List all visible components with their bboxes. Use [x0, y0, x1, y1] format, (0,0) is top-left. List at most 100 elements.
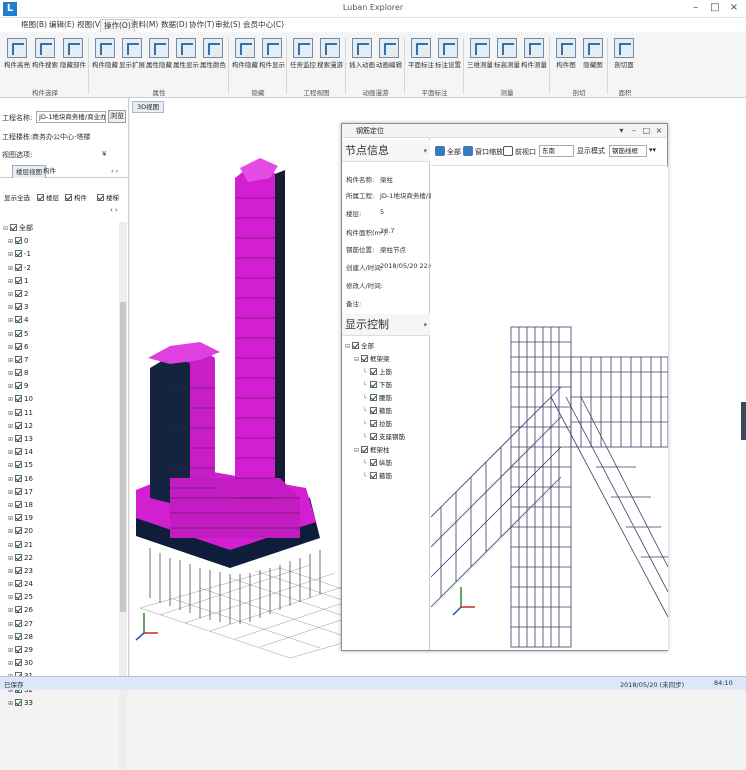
checkbox[interactable] [15, 514, 22, 522]
control-tree-item[interactable]: └ 下筋 [345, 379, 405, 392]
checkbox[interactable] [65, 194, 72, 201]
chevron-down-icon[interactable]: ▾ [423, 140, 427, 162]
checkbox[interactable] [37, 194, 44, 201]
checkbox[interactable] [15, 500, 22, 508]
checkbox[interactable] [15, 646, 22, 653]
ribbon-button[interactable]: 属性隐藏 [144, 36, 174, 82]
checkbox[interactable] [15, 303, 22, 311]
zoom-all-button[interactable]: 全部 [435, 146, 461, 157]
checkbox[interactable] [10, 224, 17, 231]
bind-viewport-button[interactable]: 前视口 [503, 146, 536, 157]
expand-icon[interactable]: ⊞ [8, 248, 14, 261]
checkbox[interactable] [15, 289, 22, 297]
checkbox[interactable] [15, 435, 22, 442]
expand-icon[interactable]: ⊞ [8, 486, 14, 499]
tree-item-floor[interactable]: ⊞ 18 [3, 499, 121, 512]
checkbox[interactable] [15, 580, 22, 588]
browse-button[interactable]: 浏览 [108, 110, 126, 123]
tree-item-floor[interactable]: ⊞ 3 [3, 301, 121, 314]
ribbon-button[interactable]: 任务监控 [288, 36, 318, 82]
tree-item-floor[interactable]: ⊞ 12 [3, 420, 121, 433]
checkbox[interactable] [370, 407, 377, 414]
checkbox[interactable] [15, 395, 22, 403]
tree-item-floor[interactable]: ⊞ 8 [3, 367, 121, 380]
checkbox[interactable] [15, 316, 22, 324]
ribbon-button[interactable]: 构件测量 [519, 36, 549, 82]
expand-icon[interactable]: ⊞ [8, 433, 14, 446]
window-zoom-button[interactable]: 窗口缩放 [463, 146, 503, 157]
tree-item-floor[interactable]: ⊞ 0 [3, 235, 121, 248]
checkbox[interactable] [15, 527, 22, 535]
tree-item-floor[interactable]: ⊞ 29 [3, 644, 121, 657]
scroll-thumb[interactable] [120, 302, 126, 612]
control-tree-item[interactable]: └ 箍筋 [345, 405, 405, 418]
control-tree-item[interactable]: └ 腰筋 [345, 392, 405, 405]
close-icon[interactable]: × [726, 2, 742, 13]
control-tree-item[interactable]: ⊟ 全部 [345, 340, 405, 353]
tree-root[interactable]: ⊟ 全部 [3, 222, 121, 235]
collapse-icon[interactable]: ⊟ [354, 353, 360, 366]
expand-icon[interactable]: ⊞ [8, 314, 14, 327]
checkbox[interactable] [15, 632, 22, 640]
expand-icon[interactable]: ⊞ [8, 512, 14, 525]
section-header[interactable]: 显示控制 ▾ [342, 314, 430, 336]
ribbon-button[interactable]: 构件显示 [257, 36, 287, 82]
checkbox[interactable] [370, 433, 377, 440]
expand-icon[interactable]: ⊞ [8, 420, 14, 433]
tree-item-floor[interactable]: ⊞ 19 [3, 512, 121, 525]
checkbox[interactable] [15, 382, 22, 390]
menu-item[interactable]: 资料(M) [128, 19, 161, 32]
checkbox[interactable] [15, 408, 22, 416]
tree-item-floor[interactable]: ⊞ 26 [3, 604, 121, 617]
expand-icon[interactable]: ⊞ [8, 235, 14, 248]
expand-icon[interactable]: ⊞ [8, 393, 14, 406]
checkbox[interactable] [15, 250, 22, 258]
ribbon-button[interactable]: 属性显示 [171, 36, 201, 82]
ribbon-button[interactable]: 构件高亮 [2, 36, 32, 82]
tree-item-floor[interactable]: ⊞ 25 [3, 591, 121, 604]
tree-item-floor[interactable]: ⊞ 14 [3, 446, 121, 459]
section-header[interactable]: 节点信息 ▾ [342, 140, 430, 162]
ribbon-button[interactable]: 剖切面 [609, 36, 639, 82]
checkbox[interactable] [370, 368, 377, 375]
expand-icon[interactable]: ⊞ [8, 657, 14, 670]
display-mode-select[interactable]: 钢筋线框 [609, 145, 647, 157]
expand-icon[interactable]: ⊞ [8, 288, 14, 301]
control-tree-item[interactable]: └ 拉筋 [345, 418, 405, 431]
collapse-icon[interactable]: ⊟ [3, 222, 9, 235]
tree-item-floor[interactable]: ⊞ 21 [3, 539, 121, 552]
collapse-icon[interactable]: ⊟ [345, 340, 351, 353]
tree-item-floor[interactable]: ⊞ 1 [3, 275, 121, 288]
close-icon[interactable]: × [654, 124, 664, 138]
expand-icon[interactable]: ⊞ [8, 262, 14, 275]
control-tree-item[interactable]: └ 上筋 [345, 366, 405, 379]
checkbox[interactable] [15, 593, 22, 601]
ribbon-button[interactable]: 标高测量 [492, 36, 522, 82]
tree-item-floor[interactable]: ⊞ 9 [3, 380, 121, 393]
expand-icon[interactable]: ⊞ [8, 697, 14, 710]
checkbox[interactable] [15, 540, 22, 548]
expand-icon[interactable]: ⊞ [8, 380, 14, 393]
expand-icon[interactable]: ⊞ [8, 275, 14, 288]
tree-item-floor[interactable]: ⊞ 15 [3, 459, 121, 472]
checkbox[interactable] [15, 461, 22, 469]
scroll-arrows-icon[interactable]: ‹ › [110, 206, 118, 214]
checkbox[interactable] [15, 263, 22, 271]
ribbon-button[interactable]: 动画编辑 [374, 36, 404, 82]
tree-item-floor[interactable]: ⊞ 4 [3, 314, 121, 327]
side-panel-handle[interactable] [741, 402, 746, 440]
control-tree-item[interactable]: └ 纵筋 [345, 457, 405, 470]
tree-item-floor[interactable]: ⊞ 33 [3, 697, 121, 710]
tree-item-floor[interactable]: ⊞ 16 [3, 473, 121, 486]
ribbon-button[interactable]: 标注设置 [433, 36, 463, 82]
menu-item[interactable]: 编辑(E) [46, 19, 78, 32]
checkbox[interactable] [15, 448, 22, 456]
expand-icon[interactable]: ⊞ [8, 459, 14, 472]
checkbox[interactable] [15, 276, 22, 284]
tree-item-floor[interactable]: ⊞ 10 [3, 393, 121, 406]
checkbox[interactable] [370, 472, 377, 479]
expand-icon[interactable]: ⊞ [8, 539, 14, 552]
menu-item[interactable]: 审批(S) [212, 19, 244, 32]
tab-component[interactable]: 构件 [40, 165, 59, 178]
tree-item-floor[interactable]: ⊞ 6 [3, 341, 121, 354]
